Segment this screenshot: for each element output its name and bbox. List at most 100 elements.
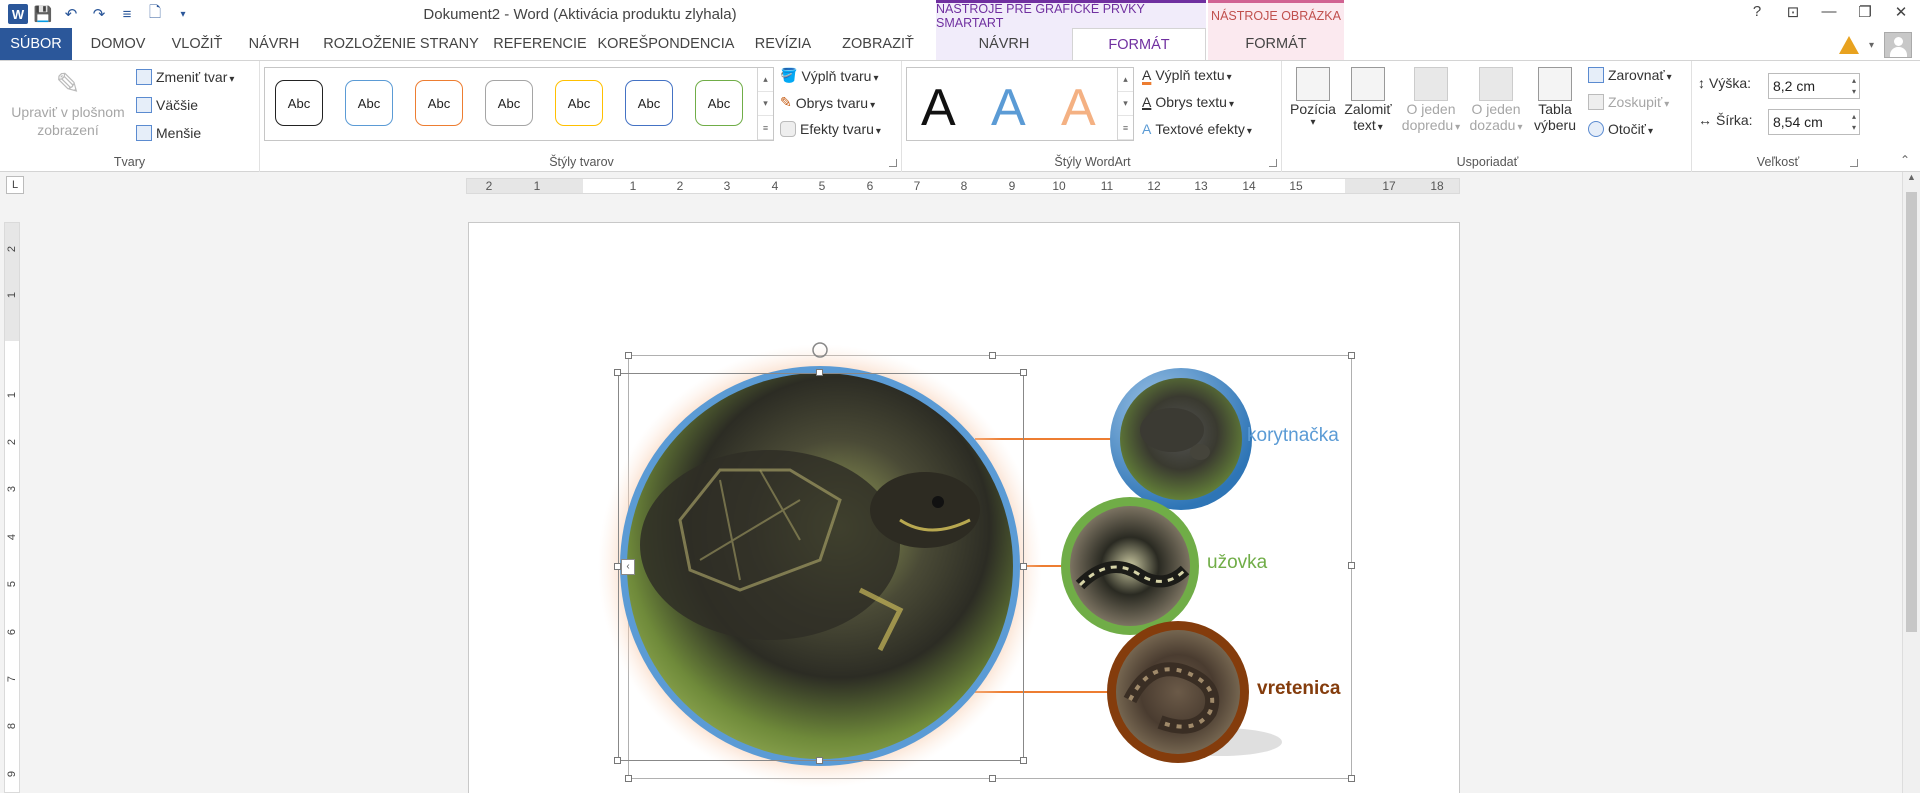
tab-insert[interactable]: VLOŽIŤ [160,28,234,60]
shape-outline-button[interactable]: ✎ Obrys tvaru [780,94,875,111]
resize-handle[interactable] [1020,757,1027,764]
send-backward-button[interactable]: O jeden dozadu [1466,67,1526,133]
wordart-up-icon[interactable]: ▴ [1118,68,1133,92]
tab-smartart-format[interactable]: FORMÁT [1072,28,1206,61]
gallery-down-icon[interactable]: ▾ [758,92,773,116]
tab-selector[interactable]: L [6,176,24,194]
tab-references[interactable]: REFERENCIE [490,28,590,60]
resize-handle[interactable] [816,757,823,764]
tab-file[interactable]: SÚBOR [0,28,72,60]
wordart-style-orange[interactable]: A [1061,78,1096,138]
horizontal-ruler[interactable]: 2 1 1 2 3 4 5 6 7 8 9 10 11 12 13 14 15 17 18 [466,178,1460,194]
shape-style-swatch-5[interactable]: Abc [555,80,603,126]
smartart-label-3[interactable]: vretenica [1257,678,1340,700]
text-outline-button[interactable]: A Obrys textu [1142,94,1234,110]
height-input[interactable]: 8,2 cm [1768,73,1860,99]
shape-style-swatch-4[interactable]: Abc [485,80,533,126]
change-shape-button[interactable]: Zmeniť tvar [136,69,234,85]
warning-icon[interactable] [1838,36,1859,54]
rotate-icon [1588,121,1604,137]
ruler-tick: 11 [1100,179,1114,193]
shape-style-swatch-6[interactable]: Abc [625,80,673,126]
text-pane-toggle-icon[interactable]: ‹ [621,559,635,575]
resize-handle[interactable] [989,775,996,782]
ribbon-tabs: SÚBOR DOMOV VLOŽIŤ NÁVRH ROZLOŽENIE STRA… [0,28,1920,61]
resize-handle[interactable] [625,352,632,359]
shape-style-swatch-7[interactable]: Abc [695,80,743,126]
size-launcher-icon[interactable] [1850,159,1858,167]
resize-handle[interactable] [1020,563,1027,570]
scroll-thumb[interactable] [1906,192,1917,632]
tab-home[interactable]: DOMOV [80,28,156,60]
ribbon-display-icon[interactable]: ⊡ [1782,3,1804,21]
bring-forward-button[interactable]: O jeden dopredu [1400,67,1462,133]
wrap-text-button[interactable]: Zalomiť text [1340,67,1396,133]
tab-view[interactable]: ZOBRAZIŤ [828,28,928,60]
smaller-button[interactable]: Menšie [136,125,201,141]
minimize-icon[interactable]: — [1818,3,1840,21]
smartart-label-2[interactable]: užovka [1207,552,1267,574]
restore-icon[interactable]: ❐ [1854,3,1876,21]
resize-handle[interactable] [816,369,823,376]
change-shape-label: Zmeniť tvar [156,69,234,85]
avatar[interactable] [1884,32,1912,58]
wordart-more-icon[interactable]: ≡ [1118,116,1133,140]
text-fill-button[interactable]: A Výplň textu [1142,67,1232,83]
position-button[interactable]: Pozícia ▾ [1288,67,1338,128]
align-label: Zarovnať [1608,67,1672,83]
shape-effects-button[interactable]: Efekty tvaru [780,121,881,137]
gallery-more-icon[interactable]: ≡ [758,116,773,140]
shape-fill-label: Výplň tvaru [801,68,878,84]
shape-styles-launcher-icon[interactable] [889,159,897,167]
smartart-label-1[interactable]: korytnačka [1247,425,1339,447]
tab-mailings[interactable]: KOREŠPONDENCIA [596,28,736,60]
vertical-ruler[interactable]: 2 1 1 2 3 4 5 6 7 8 9 [4,222,20,793]
rotate-button[interactable]: Otočiť [1588,121,1653,137]
edit-2d-label-2: zobrazení [37,122,99,138]
tab-page-layout[interactable]: ROZLOŽENIE STRANY [316,28,486,60]
resize-handle[interactable] [1020,369,1027,376]
shape-style-swatch-3[interactable]: Abc [415,80,463,126]
resize-handle[interactable] [614,563,621,570]
collapse-ribbon-icon[interactable]: ⌃ [1900,153,1910,167]
selected-shape-frame[interactable] [618,373,1024,761]
tab-smartart-design[interactable]: NÁVRH [936,28,1072,60]
edit-in-2d-button[interactable]: ✎ Upraviť v plošnom zobrazení [4,67,132,138]
resize-handle[interactable] [1348,562,1355,569]
width-input[interactable]: 8,54 cm [1768,109,1860,135]
tab-design[interactable]: NÁVRH [238,28,310,60]
shape-style-swatch-1[interactable]: Abc [275,80,323,126]
wordart-launcher-icon[interactable] [1269,159,1277,167]
close-icon[interactable]: ✕ [1890,3,1912,21]
align-button[interactable]: Zarovnať [1588,67,1672,83]
wordart-style-black[interactable]: A [921,78,956,138]
help-icon[interactable]: ? [1746,3,1768,21]
chevron-down-icon[interactable]: ▾ [1869,40,1874,51]
wordart-down-icon[interactable]: ▾ [1118,92,1133,116]
resize-handle[interactable] [1348,775,1355,782]
resize-handle[interactable] [1348,352,1355,359]
resize-handle[interactable] [614,757,621,764]
tab-review[interactable]: REVÍZIA [744,28,822,60]
vertical-ruler-tick: 5 [6,580,18,588]
bring-forward-label: O jeden [1406,101,1456,117]
smaller-icon [136,125,152,141]
text-effects-button[interactable]: A Textové efekty [1142,121,1252,137]
resize-handle[interactable] [625,775,632,782]
resize-handle[interactable] [614,369,621,376]
height-icon: ↕ [1698,75,1705,91]
group-button[interactable]: Zoskupiť [1588,94,1669,110]
larger-button[interactable]: Väčšie [136,97,198,113]
scroll-up-icon[interactable]: ▲ [1903,172,1920,182]
shape-fill-button[interactable]: 🪣 Výplň tvaru [780,67,879,84]
resize-handle[interactable] [989,352,996,359]
tab-picture-format[interactable]: FORMÁT [1208,28,1344,60]
vertical-scrollbar[interactable]: ▲ [1902,172,1920,793]
shape-styles-gallery[interactable]: ▴ ▾ ≡ Abc Abc Abc Abc Abc Abc Abc [264,67,774,141]
shape-style-swatch-2[interactable]: Abc [345,80,393,126]
group-label: Zoskupiť [1608,94,1669,110]
wordart-style-blue[interactable]: A [991,78,1026,138]
selection-pane-button[interactable]: Tabla výberu [1528,67,1582,133]
gallery-up-icon[interactable]: ▴ [758,68,773,92]
wordart-gallery[interactable]: A A A ▴ ▾ ≡ [906,67,1134,141]
